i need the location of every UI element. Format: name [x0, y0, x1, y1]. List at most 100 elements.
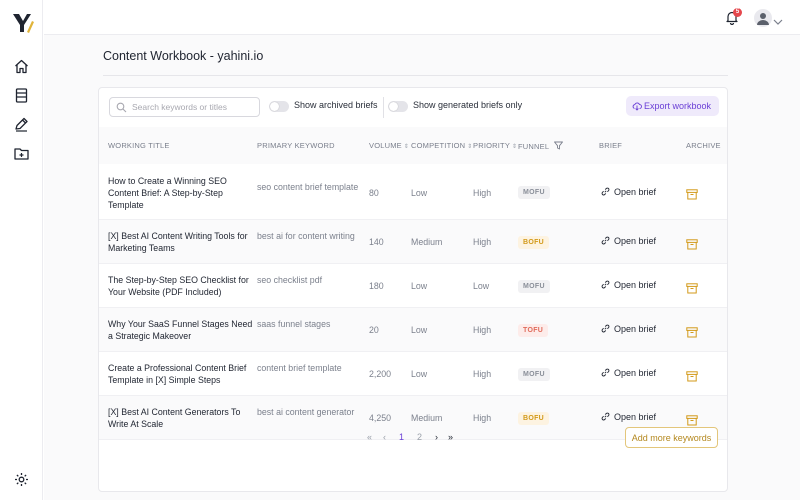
archive-icon[interactable]	[686, 413, 698, 425]
sidebar	[0, 0, 43, 500]
link-icon	[601, 280, 610, 289]
sort-icon: ⇕	[512, 144, 518, 150]
row-volume: 20	[369, 325, 379, 335]
row-priority: High	[473, 369, 492, 379]
open-brief-label: Open brief	[614, 236, 657, 246]
col-competition-label: COMPETITION	[411, 141, 466, 150]
funnel-badge: BOFU	[518, 235, 550, 249]
archive-icon[interactable]	[686, 325, 698, 337]
row-primary-keyword: best ai for content writing	[257, 231, 355, 241]
col-archive: ARCHIVE	[686, 141, 721, 150]
row-competition: Low	[411, 325, 428, 335]
table-row: [X] Best AI Content Writing Tools for Ma…	[99, 220, 727, 264]
row-volume: 2,200	[369, 369, 392, 379]
pagination-last[interactable]: »	[448, 432, 453, 442]
row-working-title: Why Your SaaS Funnel Stages Need a Strat…	[108, 319, 253, 341]
row-volume: 4,250	[369, 413, 392, 423]
open-brief-label: Open brief	[614, 280, 657, 290]
col-funnel-label: FUNNEL	[518, 142, 549, 151]
filter-icon[interactable]	[554, 141, 564, 150]
row-volume: 140	[369, 237, 384, 247]
table-header: WORKING TITLE PRIMARY KEYWORD VOLUME ⇕ CO…	[99, 127, 727, 164]
col-volume-label: VOLUME	[369, 141, 402, 150]
archive-icon[interactable]	[686, 369, 698, 381]
funnel-badge: BOFU	[518, 411, 550, 425]
archive-icon[interactable]	[686, 281, 698, 293]
show-generated-label: Show generated briefs only	[413, 100, 523, 110]
row-primary-keyword: best ai content generator	[257, 407, 355, 417]
link-icon	[601, 236, 610, 245]
pagination-next[interactable]: ›	[435, 432, 438, 442]
open-brief-link[interactable]: Open brief	[601, 412, 656, 422]
link-icon	[601, 187, 610, 195]
pagination-page-1[interactable]: 1	[399, 432, 404, 442]
open-brief-link[interactable]: Open brief	[601, 280, 656, 290]
table-row: The Step-by-Step SEO Checklist for Your …	[99, 264, 727, 308]
link-icon	[601, 412, 610, 421]
open-brief-label: Open brief	[614, 324, 657, 334]
open-brief-link[interactable]: Open brief	[601, 187, 656, 197]
cloud-download-icon	[632, 102, 642, 111]
settings-icon[interactable]	[13, 471, 30, 488]
row-competition: Medium	[411, 413, 443, 423]
sort-icon: ⇕	[403, 144, 410, 150]
add-more-keywords-button[interactable]: Add more keywords	[625, 427, 718, 448]
funnel-badge: MOFU	[518, 186, 550, 199]
row-volume: 180	[369, 281, 384, 291]
row-priority: High	[473, 325, 492, 335]
search-box[interactable]	[109, 97, 260, 117]
row-priority: High	[473, 187, 492, 198]
row-competition: Low	[411, 281, 428, 291]
row-priority: Low	[473, 281, 490, 291]
col-working-title: WORKING TITLE	[108, 141, 170, 150]
export-workbook-button[interactable]: Export workbook	[626, 96, 719, 116]
export-workbook-label: Export workbook	[644, 101, 712, 111]
row-primary-keyword: seo content brief template	[257, 181, 359, 192]
chevron-down-icon[interactable]	[773, 13, 783, 25]
funnel-badge: TOFU	[518, 323, 549, 337]
show-generated-toggle[interactable]	[388, 101, 408, 112]
table-row: Create a Professional Content Brief Temp…	[99, 352, 727, 396]
user-avatar[interactable]	[754, 9, 772, 27]
show-archived-toggle[interactable]	[269, 101, 289, 112]
row-working-title: Create a Professional Content Brief Temp…	[108, 363, 247, 385]
title-divider	[103, 75, 728, 76]
col-primary-keyword: PRIMARY KEYWORD	[257, 141, 335, 150]
yahini-logo[interactable]	[11, 12, 35, 34]
search-icon	[116, 102, 127, 113]
col-brief: BRIEF	[599, 141, 623, 150]
col-priority[interactable]: PRIORITY ⇕	[473, 141, 517, 150]
row-working-title: [X] Best AI Content Generators To Write …	[108, 407, 241, 429]
row-competition: Medium	[411, 237, 443, 247]
col-volume[interactable]: VOLUME ⇕	[369, 141, 409, 150]
toolbar-divider	[383, 97, 384, 118]
col-funnel[interactable]: FUNNEL	[518, 141, 564, 151]
link-icon	[601, 324, 610, 333]
home-icon[interactable]	[13, 58, 30, 75]
open-brief-label: Open brief	[614, 186, 657, 197]
row-priority: High	[473, 237, 492, 247]
folder-add-icon[interactable]	[13, 145, 30, 162]
page-title: Content Workbook - yahini.io	[103, 49, 264, 63]
top-bar: 5	[44, 0, 800, 35]
workbook-card: Show archived briefs Show generated brie…	[98, 87, 728, 492]
show-archived-label: Show archived briefs	[294, 100, 378, 110]
open-brief-label: Open brief	[614, 368, 657, 378]
search-input[interactable]	[132, 100, 256, 114]
table-row: How to Create a Winning SEO Content Brie…	[99, 165, 727, 220]
archive-icon[interactable]	[686, 237, 698, 249]
open-brief-link[interactable]: Open brief	[601, 368, 656, 378]
open-brief-link[interactable]: Open brief	[601, 236, 656, 246]
pen-icon[interactable]	[13, 116, 30, 133]
table-row: Why Your SaaS Funnel Stages Need a Strat…	[99, 308, 727, 352]
pagination-prev[interactable]: ‹	[383, 432, 386, 442]
row-primary-keyword: saas funnel stages	[257, 319, 331, 329]
row-primary-keyword: content brief template	[257, 363, 342, 373]
pagination-page-2[interactable]: 2	[417, 432, 422, 442]
open-brief-link[interactable]: Open brief	[601, 324, 656, 334]
pagination-first[interactable]: «	[367, 432, 372, 442]
row-working-title: How to Create a Winning SEO Content Brie…	[108, 175, 227, 210]
col-competition[interactable]: COMPETITION ⇕	[411, 141, 473, 150]
book-icon[interactable]	[13, 87, 30, 104]
archive-icon[interactable]	[686, 187, 698, 200]
